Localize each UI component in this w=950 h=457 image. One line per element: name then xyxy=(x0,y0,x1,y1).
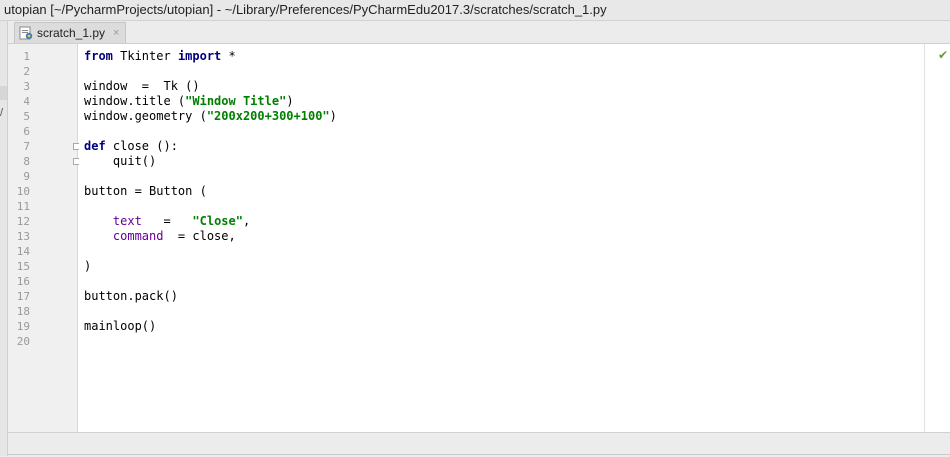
line-number: 13 xyxy=(16,230,30,243)
line-number-gutter: 1 2 3 4 5 6 7 8 9 10 11 12 13 14 15 16 1… xyxy=(8,44,78,432)
code-line-7: def close (): xyxy=(84,139,178,154)
line-number: 16 xyxy=(16,275,30,288)
string-literal: "Close" xyxy=(192,214,243,228)
code-line-13: command = close, xyxy=(84,229,236,244)
code-line-1: from Tkinter import * xyxy=(84,49,236,64)
line-number: 8 xyxy=(23,155,30,168)
line-number-current: 20 xyxy=(16,335,30,348)
status-divider xyxy=(8,454,950,455)
keyword-from: from xyxy=(84,49,113,63)
window-title: utopian [~/PycharmProjects/utopian] - ~/… xyxy=(4,2,607,17)
left-strip-marker xyxy=(0,86,7,100)
line-number: 5 xyxy=(23,110,30,123)
code-line-15: ) xyxy=(84,259,92,273)
line-number: 17 xyxy=(16,290,30,303)
line-number: 18 xyxy=(16,305,30,318)
line-number: 12 xyxy=(16,215,30,228)
code-line-3: window = Tk () xyxy=(84,79,200,93)
line-number: 15 xyxy=(16,260,30,273)
code-area[interactable]: from Tkinter import * window = Tk () win… xyxy=(79,44,924,432)
code-line-19: mainloop() xyxy=(84,319,157,333)
code-text: Tkinter xyxy=(112,49,178,63)
line-number: 3 xyxy=(23,80,30,93)
check-icon: ✔ xyxy=(937,48,948,62)
string-literal: "200x200+300+100" xyxy=(206,109,330,123)
status-bar xyxy=(8,432,950,457)
line-number: 11 xyxy=(16,200,30,213)
line-number: 6 xyxy=(23,125,30,138)
line-number: 19 xyxy=(16,320,30,333)
code-text: , xyxy=(242,214,251,228)
param-text: text xyxy=(112,214,142,228)
code-editor[interactable]: 1 2 3 4 5 6 7 8 9 10 11 12 13 14 15 16 1… xyxy=(8,44,950,432)
code-line-4: window.title ("Window Title") xyxy=(84,94,294,109)
keyword-import: import xyxy=(177,49,222,63)
string-literal: "Window Title" xyxy=(185,94,287,108)
editor-tab-bar: scratch_1.py × xyxy=(8,21,950,44)
line-number: 9 xyxy=(23,170,30,183)
param-command: command xyxy=(112,229,164,243)
line-number: 7 xyxy=(23,140,30,153)
line-number: 1 xyxy=(23,50,30,63)
line-number: 2 xyxy=(23,65,30,78)
line-number: 14 xyxy=(16,245,30,258)
code-text: = close, xyxy=(163,229,236,243)
left-strip-slash: / xyxy=(0,107,4,119)
line-number: 4 xyxy=(23,95,30,108)
python-file-icon xyxy=(19,26,33,40)
code-text: ) xyxy=(286,94,294,108)
tab-close-icon[interactable]: × xyxy=(113,27,119,39)
code-text: ) xyxy=(329,109,337,123)
code-line-10: button = Button ( xyxy=(84,184,207,198)
error-stripe[interactable]: ✔ xyxy=(924,44,950,432)
code-text: window.geometry ( xyxy=(84,109,207,123)
keyword-def: def xyxy=(84,139,106,153)
code-line-12: text = "Close", xyxy=(84,214,250,229)
code-text: close (): xyxy=(105,139,178,153)
window-titlebar: utopian [~/PycharmProjects/utopian] - ~/… xyxy=(0,0,950,21)
code-text: = xyxy=(141,214,193,228)
code-text: * xyxy=(221,49,236,63)
code-line-8: quit() xyxy=(84,154,157,168)
line-number: 10 xyxy=(16,185,30,198)
code-line-5: window.geometry ("200x200+300+100") xyxy=(84,109,337,124)
code-line-17: button.pack() xyxy=(84,289,178,303)
code-text: window.title ( xyxy=(84,94,186,108)
tab-scratch-1[interactable]: scratch_1.py × xyxy=(14,22,127,43)
left-tool-strip: / xyxy=(0,21,8,456)
tab-label: scratch_1.py xyxy=(37,26,106,40)
